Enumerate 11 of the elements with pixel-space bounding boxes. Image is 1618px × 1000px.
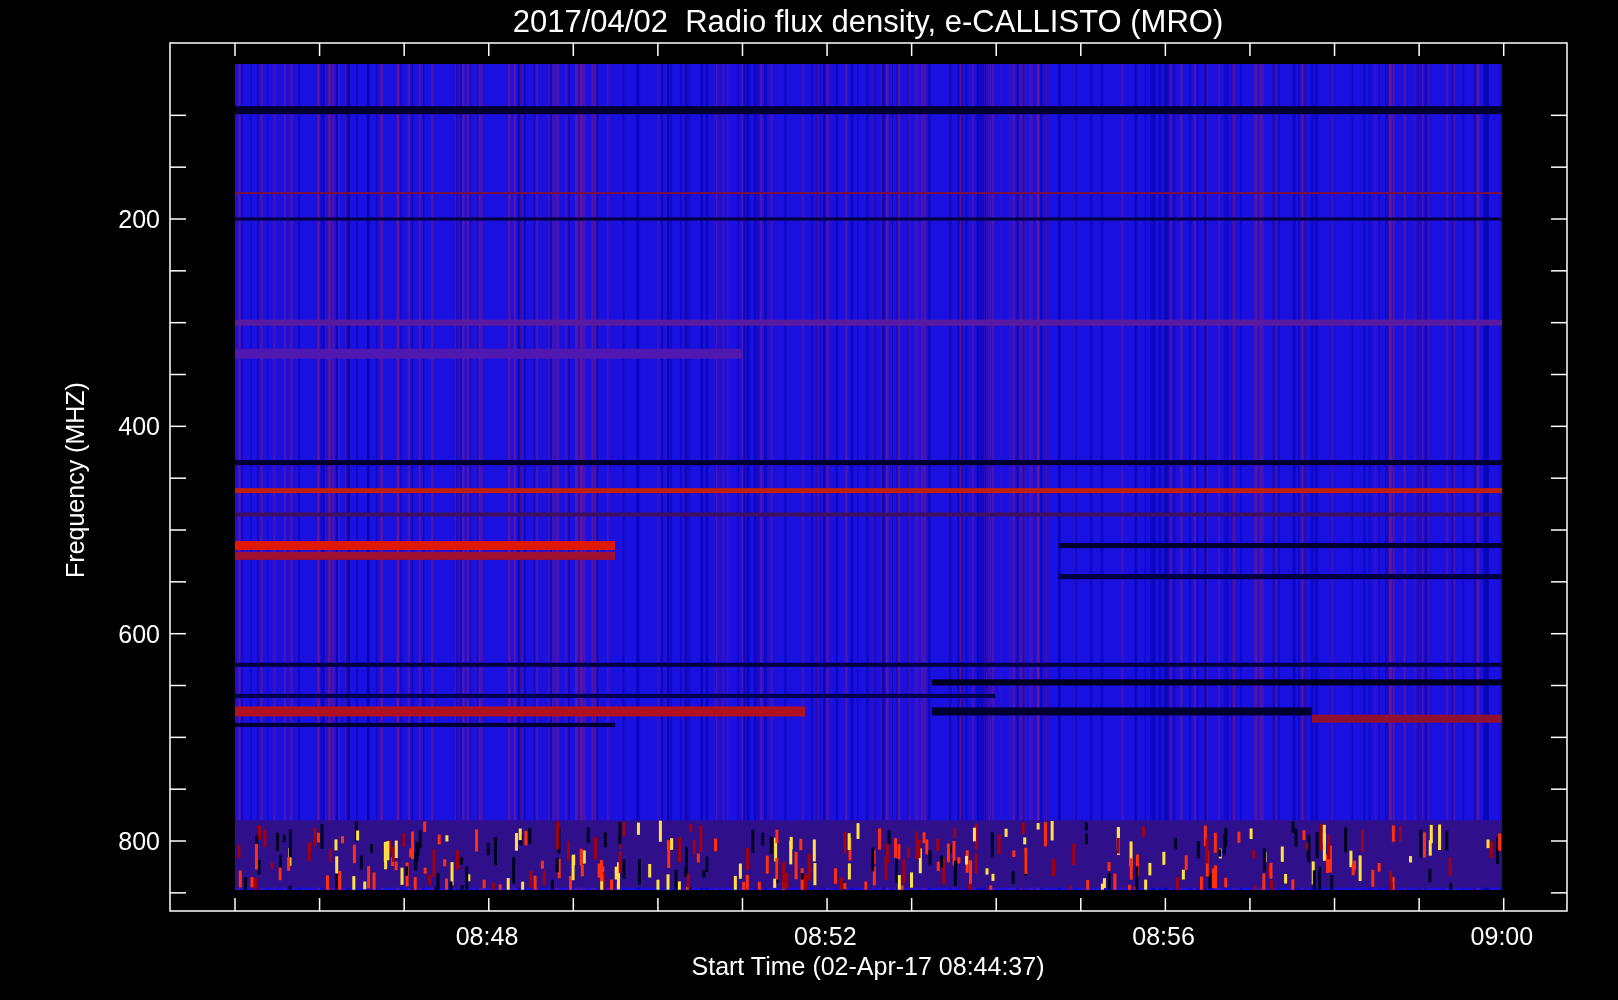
y-tick-label: 200	[118, 205, 160, 233]
x-tick-label: 09:00	[1470, 922, 1534, 950]
x-axis-label: Start Time (02-Apr-17 08:44:37)	[691, 952, 1045, 980]
chart-title: 2017/04/02 Radio flux density, e-CALLISTO (MRO)	[512, 4, 1224, 39]
y-axis-label: Frequency (MHZ)	[61, 382, 89, 578]
y-tick-label: 600	[118, 619, 160, 648]
x-tick-label: 08:52	[794, 922, 857, 950]
x-tick-label: 08:56	[1132, 922, 1195, 950]
y-tick-label: 800	[118, 827, 160, 855]
y-tick-label: 400	[118, 412, 160, 441]
x-tick-label: 08:48	[455, 922, 519, 950]
